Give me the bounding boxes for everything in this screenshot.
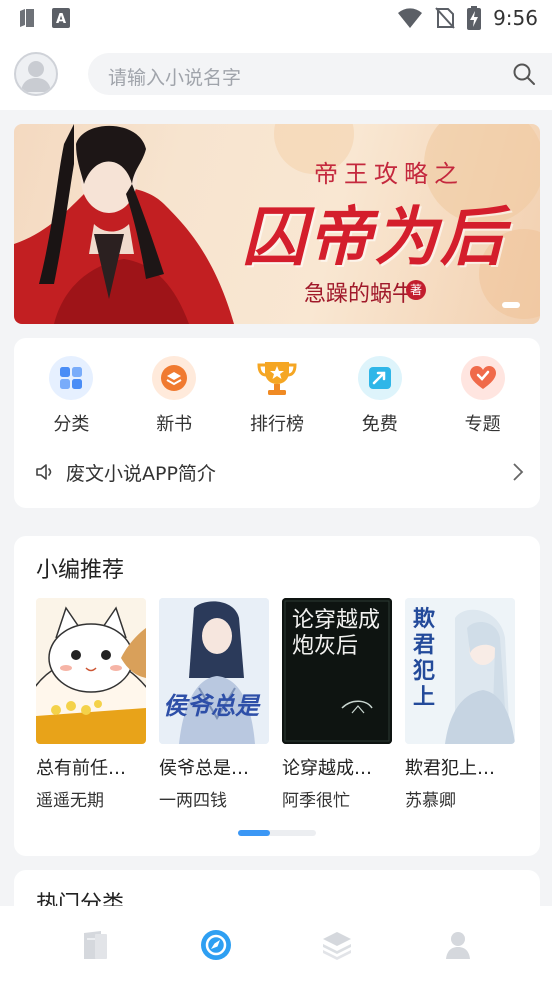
menu-label: 新书 (156, 414, 193, 435)
top-bar: 请输入小说名字 (0, 38, 552, 110)
section-title: 小编推荐 (36, 558, 125, 583)
app-a-icon: A (52, 8, 70, 28)
book-title: 论穿越成… (282, 758, 372, 779)
book-author: 遥遥无期 (36, 791, 104, 811)
book-cover-title: 论穿越成炮灰后 (292, 608, 381, 659)
quick-menu: 分类 新书 排行榜 免费 专题 (14, 356, 540, 436)
battery-charging-icon (467, 6, 482, 30)
app-intro-text: 废文小说APP简介 (66, 462, 216, 485)
book-author: 阿季很忙 (282, 791, 350, 811)
menu-item-free[interactable]: 免费 (335, 356, 425, 436)
book-list: 总有前任… 遥遥无期 侯爷总是 侯爷总是… 一两四钱 论穿越成炮灰后 论穿越成…… (36, 598, 536, 811)
menu-item-new-books[interactable]: 新书 (129, 356, 219, 436)
chevron-right-icon (513, 463, 524, 481)
book-cover: 论穿越成炮灰后 (282, 598, 392, 744)
book-cover: 欺君犯上 (405, 598, 515, 744)
tab-profile[interactable] (423, 915, 493, 975)
no-sim-icon (435, 7, 455, 29)
book-item[interactable]: 总有前任… 遥遥无期 (36, 598, 146, 811)
book-item[interactable]: 论穿越成炮灰后 论穿越成… 阿季很忙 (282, 598, 392, 811)
menu-label: 免费 (361, 414, 398, 435)
speaker-icon (36, 464, 52, 480)
avatar[interactable] (14, 52, 58, 96)
banner-carousel[interactable]: 帝王攻略之 囚帝为后 急躁的蜗牛 著 (14, 124, 540, 324)
grid-icon (49, 356, 94, 400)
banner-subtitle: 帝王攻略之 (314, 160, 464, 188)
search-icon[interactable] (512, 62, 536, 86)
menu-label: 排行榜 (249, 414, 304, 435)
menu-item-special[interactable]: 专题 (438, 356, 528, 436)
user-avatar-icon (21, 61, 51, 92)
carousel-indicator (502, 302, 520, 308)
recommend-pager (238, 830, 316, 836)
free-icon (357, 356, 402, 400)
profile-icon (445, 931, 470, 959)
bottom-tab-bar (0, 906, 552, 983)
book-author: 一两四钱 (159, 791, 227, 811)
tab-discover[interactable] (181, 915, 251, 975)
search-input[interactable]: 请输入小说名字 (88, 53, 552, 95)
book-item[interactable]: 侯爷总是 侯爷总是… 一两四钱 (159, 598, 269, 811)
discover-icon (200, 929, 231, 960)
svg-text:A: A (56, 12, 66, 27)
book-cover: 侯爷总是 (159, 598, 269, 744)
category-icon (322, 931, 351, 960)
book-cover (36, 598, 146, 744)
book-author: 苏慕卿 (405, 791, 456, 811)
heart-icon (460, 356, 505, 400)
new-book-icon (152, 356, 197, 400)
book-title: 欺君犯上… (405, 758, 495, 779)
app-intro-link[interactable]: 废文小说APP简介 (34, 456, 524, 488)
banner-title: 囚帝为后 (242, 200, 506, 275)
menu-label: 专题 (464, 414, 501, 435)
book-title: 总有前任… (36, 758, 126, 779)
book-cover-title: 侯爷总是 (163, 691, 259, 720)
bookshelf-icon (83, 930, 107, 959)
tab-category[interactable] (302, 915, 372, 975)
book-item[interactable]: 欺君犯上 欺君犯上… 苏慕卿 (405, 598, 515, 811)
banner-author: 急躁的蜗牛 (304, 282, 415, 307)
tab-bookshelf[interactable] (60, 915, 130, 975)
book-title: 侯爷总是… (159, 758, 249, 779)
book-cover-title: 欺君犯上 (413, 606, 436, 710)
pager-active-indicator (238, 830, 270, 836)
menu-item-ranking[interactable]: 排行榜 (232, 356, 322, 436)
clock: 9:56 (493, 6, 538, 30)
wifi-icon (398, 8, 423, 28)
menu-item-category[interactable]: 分类 (26, 356, 116, 436)
trophy-icon (254, 356, 299, 400)
menu-label: 分类 (53, 414, 90, 435)
status-bar: A 9:56 (0, 0, 552, 38)
quick-menu-card: 分类 新书 排行榜 免费 专题 废文小说APP简介 (14, 338, 540, 508)
banner-author-badge: 著 (406, 280, 426, 300)
sim-card-icon (20, 9, 34, 27)
editor-recommend-card: 小编推荐 总有前任… 遥遥无期 侯爷总是 侯爷总是… 一两四钱 论穿越成炮灰后 … (14, 536, 540, 856)
search-placeholder: 请输入小说名字 (108, 67, 242, 89)
